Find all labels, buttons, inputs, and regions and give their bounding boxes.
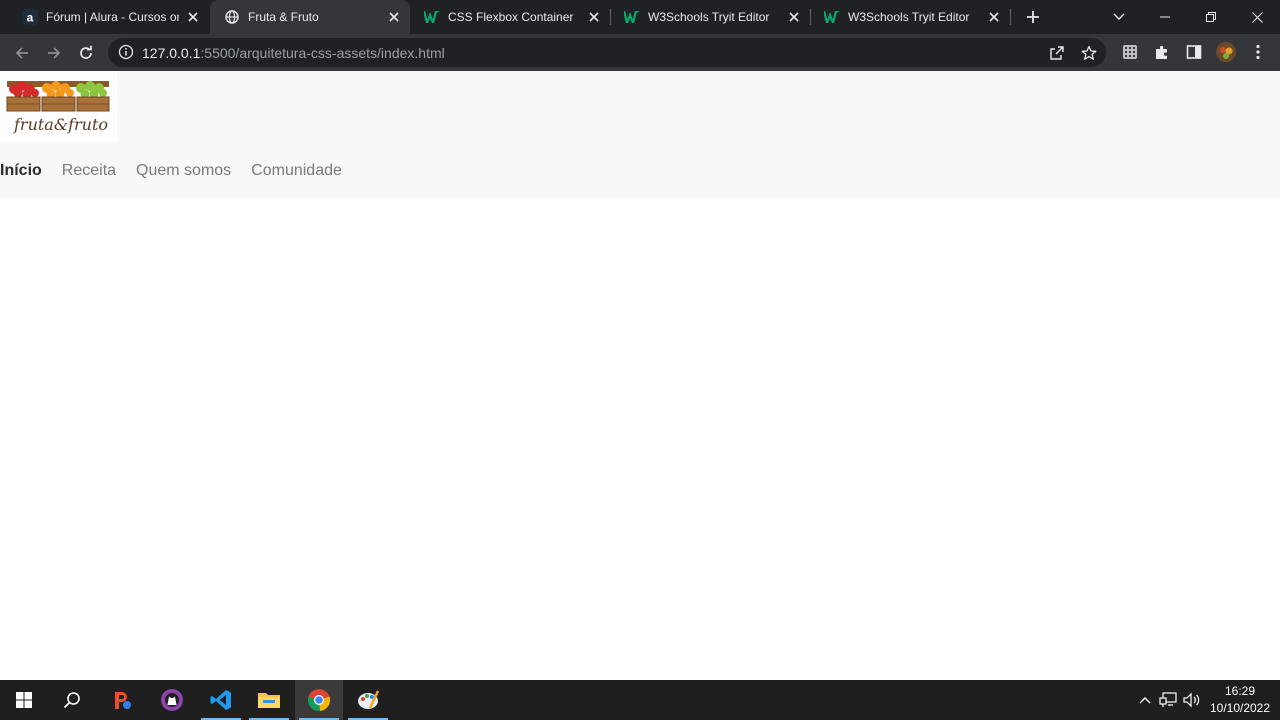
reload-icon (80, 45, 92, 59)
nav-link-comunidade[interactable]: Comunidade (251, 162, 342, 180)
site-nav: Início Receita Quem somos Comunidade (0, 162, 342, 180)
vscode-icon[interactable] (197, 680, 245, 720)
more-vert-icon[interactable] (1248, 42, 1268, 62)
bookmark-star-icon[interactable] (1080, 44, 1098, 62)
site-logo[interactable]: fruta&fruto (0, 71, 117, 142)
url-text[interactable]: 127.0.0.1:5500/arquitetura-css-assets/in… (142, 45, 445, 61)
clock-date: 10/10/2022 (1209, 701, 1271, 715)
close-tab-icon[interactable] (185, 9, 201, 25)
tab-search-button[interactable] (1096, 0, 1142, 34)
paint-icon[interactable] (344, 680, 392, 720)
nav-link-quem-somos[interactable]: Quem somos (136, 162, 231, 180)
tab-title: Fórum | Alura - Cursos online de tecnolo… (46, 10, 179, 24)
url-host: 127.0.0.1 (142, 45, 201, 61)
browser-tabstrip: a Fórum | Alura - Cursos online de tecno… (0, 0, 1280, 34)
arrow-right-icon (48, 47, 61, 59)
minimize-icon (1160, 16, 1170, 18)
clock-time: 16:29 (1224, 684, 1256, 698)
share-icon[interactable] (1048, 44, 1066, 62)
tab-title: Fruta & Fruto (248, 10, 319, 24)
windows-taskbar: 16:29 10/10/2022 (0, 680, 1280, 720)
restore-icon (1206, 12, 1216, 22)
arrow-left-icon (15, 47, 28, 59)
close-window-button[interactable] (1234, 0, 1280, 34)
nav-link-receita[interactable]: Receita (62, 162, 116, 180)
browser-toolbar: 127.0.0.1:5500/arquitetura-css-assets/in… (0, 34, 1280, 71)
close-tab-icon[interactable] (986, 9, 1002, 25)
page-viewport: fruta&fruto Início Receita Quem somos Co… (0, 71, 1280, 680)
reload-button[interactable] (72, 39, 100, 67)
taskbar-clock[interactable]: 16:29 10/10/2022 (1204, 683, 1276, 717)
back-button[interactable] (8, 39, 36, 67)
alura-icon: a (22, 9, 38, 25)
globe-icon (224, 9, 240, 25)
close-icon (1251, 11, 1263, 23)
windows-start-icon[interactable] (0, 680, 48, 720)
volume-icon[interactable] (1183, 690, 1201, 710)
minimize-button[interactable] (1142, 0, 1188, 34)
search-icon[interactable] (48, 680, 96, 720)
plus-icon (1027, 11, 1039, 23)
postman-icon[interactable] (98, 680, 146, 720)
info-icon[interactable] (118, 44, 134, 60)
w3schools-icon (824, 9, 840, 25)
nav-link-inicio[interactable]: Início (0, 162, 42, 180)
network-icon[interactable] (1159, 690, 1177, 710)
w3schools-icon (624, 9, 640, 25)
logo-text: fruta&fruto (14, 115, 109, 134)
tab-title: W3Schools Tryit Editor (648, 10, 770, 24)
forward-button[interactable] (40, 39, 68, 67)
restore-button[interactable] (1188, 0, 1234, 34)
tab-w3schools-tryit[interactable]: W3Schools Tryit Editor (610, 0, 810, 34)
file-explorer-icon[interactable] (245, 680, 293, 720)
github-desktop-icon[interactable] (148, 680, 196, 720)
new-tab-button[interactable] (1022, 6, 1044, 28)
site-header: fruta&fruto Início Receita Quem somos Co… (0, 71, 1280, 198)
side-panel-icon[interactable] (1184, 42, 1204, 62)
tab-separator (1010, 9, 1011, 25)
tab-css-flexbox[interactable]: CSS Flexbox Container (410, 0, 610, 34)
tab-title: CSS Flexbox Container (448, 10, 574, 24)
chrome-icon[interactable] (295, 680, 343, 720)
close-tab-icon[interactable] (586, 9, 602, 25)
close-tab-icon[interactable] (386, 9, 402, 25)
tab-title: W3Schools Tryit Editor (848, 10, 970, 24)
extension-grid-icon[interactable] (1120, 42, 1140, 62)
url-path: :5500/arquitetura-css-assets/index.html (200, 45, 445, 61)
svg-text:a: a (27, 11, 34, 25)
chevron-down-icon (1113, 13, 1125, 20)
close-tab-icon[interactable] (786, 9, 802, 25)
tab-fruta-fruto[interactable]: Fruta & Fruto (210, 0, 410, 34)
address-bar[interactable]: 127.0.0.1:5500/arquitetura-css-assets/in… (108, 38, 1106, 67)
w3schools-icon (424, 9, 440, 25)
puzzle-extensions-icon[interactable] (1152, 42, 1172, 62)
tab-alura-forum[interactable]: a Fórum | Alura - Cursos online de tecno… (8, 0, 209, 34)
tab-w3schools-tryit[interactable]: W3Schools Tryit Editor (810, 0, 1010, 34)
chevron-up-icon[interactable] (1136, 690, 1154, 710)
profile-avatar[interactable] (1216, 42, 1236, 62)
